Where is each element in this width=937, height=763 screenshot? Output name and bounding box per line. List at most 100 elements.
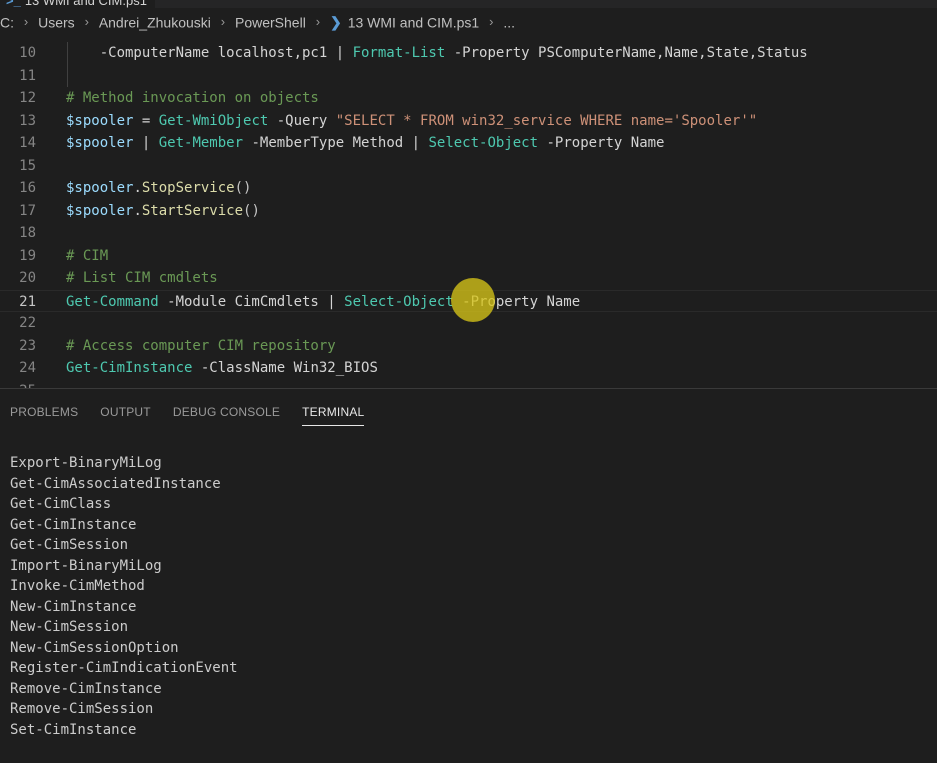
code-token: Select-Object — [344, 293, 454, 310]
code-line[interactable]: 22 — [0, 312, 937, 335]
code-token: | — [335, 45, 353, 61]
code-text: -ComputerName localhost,pc1 | Format-Lis… — [66, 42, 808, 65]
line-number: 17 — [19, 202, 36, 219]
code-line[interactable]: 11 — [0, 65, 937, 88]
code-token: -Query — [268, 112, 336, 129]
terminal-line: New-CimSessionOption — [10, 639, 179, 656]
code-token: -Property Name — [538, 135, 665, 151]
code-token: -ClassName Win32_BIOS — [192, 360, 378, 376]
code-text: # Method invocation on objects — [66, 87, 319, 110]
code-token: Get-CimInstance — [66, 360, 193, 376]
line-number: 22 — [19, 315, 36, 331]
terminal-line: Export-BinaryMiLog — [10, 455, 162, 471]
tab-terminal[interactable]: TERMINAL — [302, 405, 365, 426]
code-token: = — [133, 112, 159, 129]
chevron-right-icon: › — [84, 14, 89, 30]
code-token: () — [243, 202, 260, 219]
code-token: StartService — [141, 202, 244, 219]
breadcrumb-file[interactable]: 13 WMI and CIM.ps1 — [348, 14, 480, 30]
code-token: -Property PSComputerName,Name,State,Stat… — [445, 45, 808, 61]
terminal-line: Import-BinaryMiLog — [10, 557, 162, 574]
code-token: # CIM — [66, 247, 109, 264]
editor-tab[interactable]: >_ 13 WMI and CIM.ps1 — [0, 0, 155, 8]
code-token: Get-Command — [66, 293, 159, 310]
terminal-line: Get-CimAssociatedInstance — [10, 475, 221, 492]
terminal-line: Register-CimIndicationEvent — [10, 660, 238, 676]
line-number: 18 — [19, 225, 36, 241]
terminal-line: Remove-CimSession — [10, 701, 154, 717]
code-text: # List CIM cmdlets — [66, 267, 218, 290]
line-number: 16 — [19, 180, 36, 196]
code-token: | — [327, 293, 345, 310]
editor-tab-label: 13 WMI and CIM.ps1 — [24, 0, 147, 8]
breadcrumb-symbols[interactable]: ... — [503, 14, 515, 30]
code-text: $spooler = Get-WmiObject -Query "SELECT … — [66, 110, 757, 133]
code-token: Get-Member — [158, 135, 244, 151]
line-number: 25 — [0, 380, 36, 389]
code-line[interactable]: 23 # Access computer CIM repository — [0, 335, 937, 358]
bottom-panel: PROBLEMS OUTPUT DEBUG CONSOLE TERMINAL Expo… — [0, 388, 937, 763]
editor-tab-strip: >_ 13 WMI and CIM.ps1 — [0, 0, 937, 8]
code-text: $spooler.StartService() — [66, 200, 260, 223]
code-token: StopService — [141, 180, 235, 196]
code-text: # CIM — [66, 245, 108, 268]
breadcrumb-user-folder[interactable]: Andrei_Zhukouski — [99, 14, 211, 30]
code-line[interactable]: 10 -ComputerName localhost,pc1 | Format-… — [0, 42, 937, 87]
code-line[interactable]: 14 $spooler | Get-Member -MemberType Meth… — [0, 132, 937, 155]
code-token: # Access computer CIM repository — [66, 337, 336, 354]
code-token: $spooler — [66, 180, 134, 196]
code-token: $spooler — [66, 135, 134, 151]
breadcrumb-powershell-folder[interactable]: PowerShell — [235, 14, 306, 30]
terminal-line: Get-CimInstance — [10, 516, 137, 533]
code-token: "SELECT * FROM win32_service WHERE name=… — [335, 112, 758, 129]
tab-problems[interactable]: PROBLEMS — [10, 405, 78, 426]
terminal-output[interactable]: Export-BinaryMiLog Get-CimAssociatedInsta… — [10, 453, 238, 740]
line-number: 13 — [19, 112, 36, 129]
line-number: 23 — [19, 337, 36, 354]
code-token: $spooler — [66, 112, 134, 129]
code-token: Get-WmiObject — [158, 112, 269, 129]
line-number: 11 — [19, 67, 36, 84]
line-number: 21 — [19, 293, 36, 310]
code-text: $spooler.StopService() — [66, 177, 251, 200]
code-text: $spooler | Get-Member -MemberType Method… — [66, 132, 664, 155]
code-token: -MemberType Method — [243, 135, 412, 151]
code-line[interactable]: 20 # List CIM cmdlets — [0, 267, 937, 290]
code-line[interactable]: 18 — [0, 222, 937, 245]
line-number: 15 — [19, 157, 36, 174]
code-editor[interactable]: 10 -ComputerName localhost,pc1 | Format-… — [0, 42, 937, 388]
code-line[interactable]: 12 # Method invocation on objects — [0, 87, 937, 110]
breadcrumb-drive[interactable]: C: — [0, 14, 14, 30]
code-token: # Method invocation on objects — [66, 90, 319, 106]
code-line[interactable]: 19 # CIM — [0, 245, 937, 268]
code-token: () — [234, 180, 252, 196]
line-number: 10 — [19, 45, 36, 61]
code-text: # Access computer CIM repository — [66, 335, 336, 358]
breadcrumb: C: › Users › Andrei_Zhukouski › PowerShe… — [0, 10, 937, 32]
terminal-line: New-CimInstance — [10, 598, 137, 615]
powershell-icon: >_ — [6, 0, 21, 8]
breadcrumb-users[interactable]: Users — [38, 14, 75, 30]
code-line[interactable]: 25 — [0, 380, 937, 389]
code-token: -ComputerName localhost,pc1 — [66, 45, 336, 61]
line-number: 19 — [19, 247, 36, 264]
code-line[interactable]: 21 Get-Command -Module CimCmdlets | Selec… — [0, 289, 937, 312]
terminal-line: New-CimSession — [10, 619, 129, 635]
line-number: 14 — [19, 135, 36, 151]
line-number: 24 — [19, 360, 36, 376]
code-line[interactable]: 13 $spooler = Get-WmiObject -Query "SELEC… — [0, 110, 937, 133]
terminal-line: Remove-CimInstance — [10, 680, 162, 697]
tab-output[interactable]: OUTPUT — [100, 405, 151, 426]
code-line[interactable]: 24 Get-CimInstance -ClassName Win32_BIOS — [0, 357, 937, 380]
code-token: -Module CimCmdlets — [158, 293, 328, 310]
code-token: $spooler — [66, 202, 134, 219]
code-token: Format-List — [352, 45, 446, 61]
terminal-line: Set-CimInstance — [10, 721, 137, 738]
tab-debug-console[interactable]: DEBUG CONSOLE — [173, 405, 280, 426]
code-line[interactable]: 16 $spooler.StopService() — [0, 177, 937, 200]
code-line[interactable]: 15 — [0, 155, 937, 178]
code-token: -Property Name — [453, 293, 581, 310]
chevron-right-icon: › — [220, 14, 226, 30]
code-token: Select-Object — [428, 135, 539, 151]
code-line[interactable]: 17 $spooler.StartService() — [0, 200, 937, 223]
